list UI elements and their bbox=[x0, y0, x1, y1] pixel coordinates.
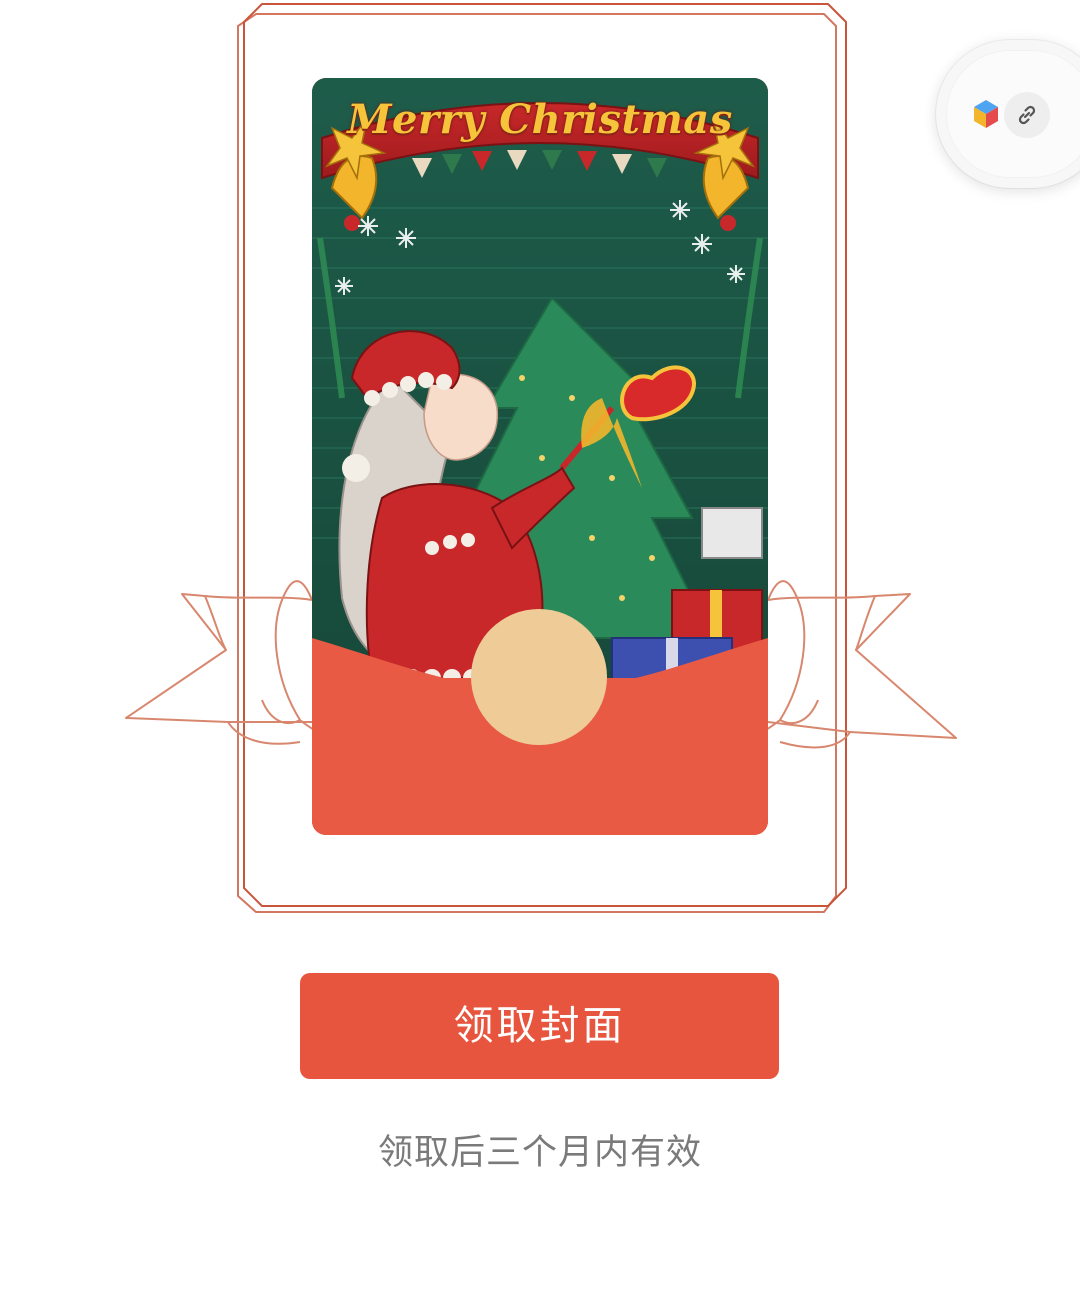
left-ribbon bbox=[125, 593, 313, 723]
claim-cover-button[interactable]: 领取封面 bbox=[300, 973, 779, 1079]
validity-note: 领取后三个月内有效 bbox=[377, 1133, 702, 1173]
link-icon bbox=[1018, 105, 1036, 125]
cover-preview: Merry Christmas bbox=[312, 78, 768, 835]
cube-icon[interactable] bbox=[972, 98, 1000, 130]
link-button[interactable] bbox=[1004, 92, 1050, 138]
cover-title: Merry Christmas bbox=[347, 96, 733, 143]
right-ribbon bbox=[767, 593, 957, 739]
open-coin bbox=[471, 609, 607, 745]
